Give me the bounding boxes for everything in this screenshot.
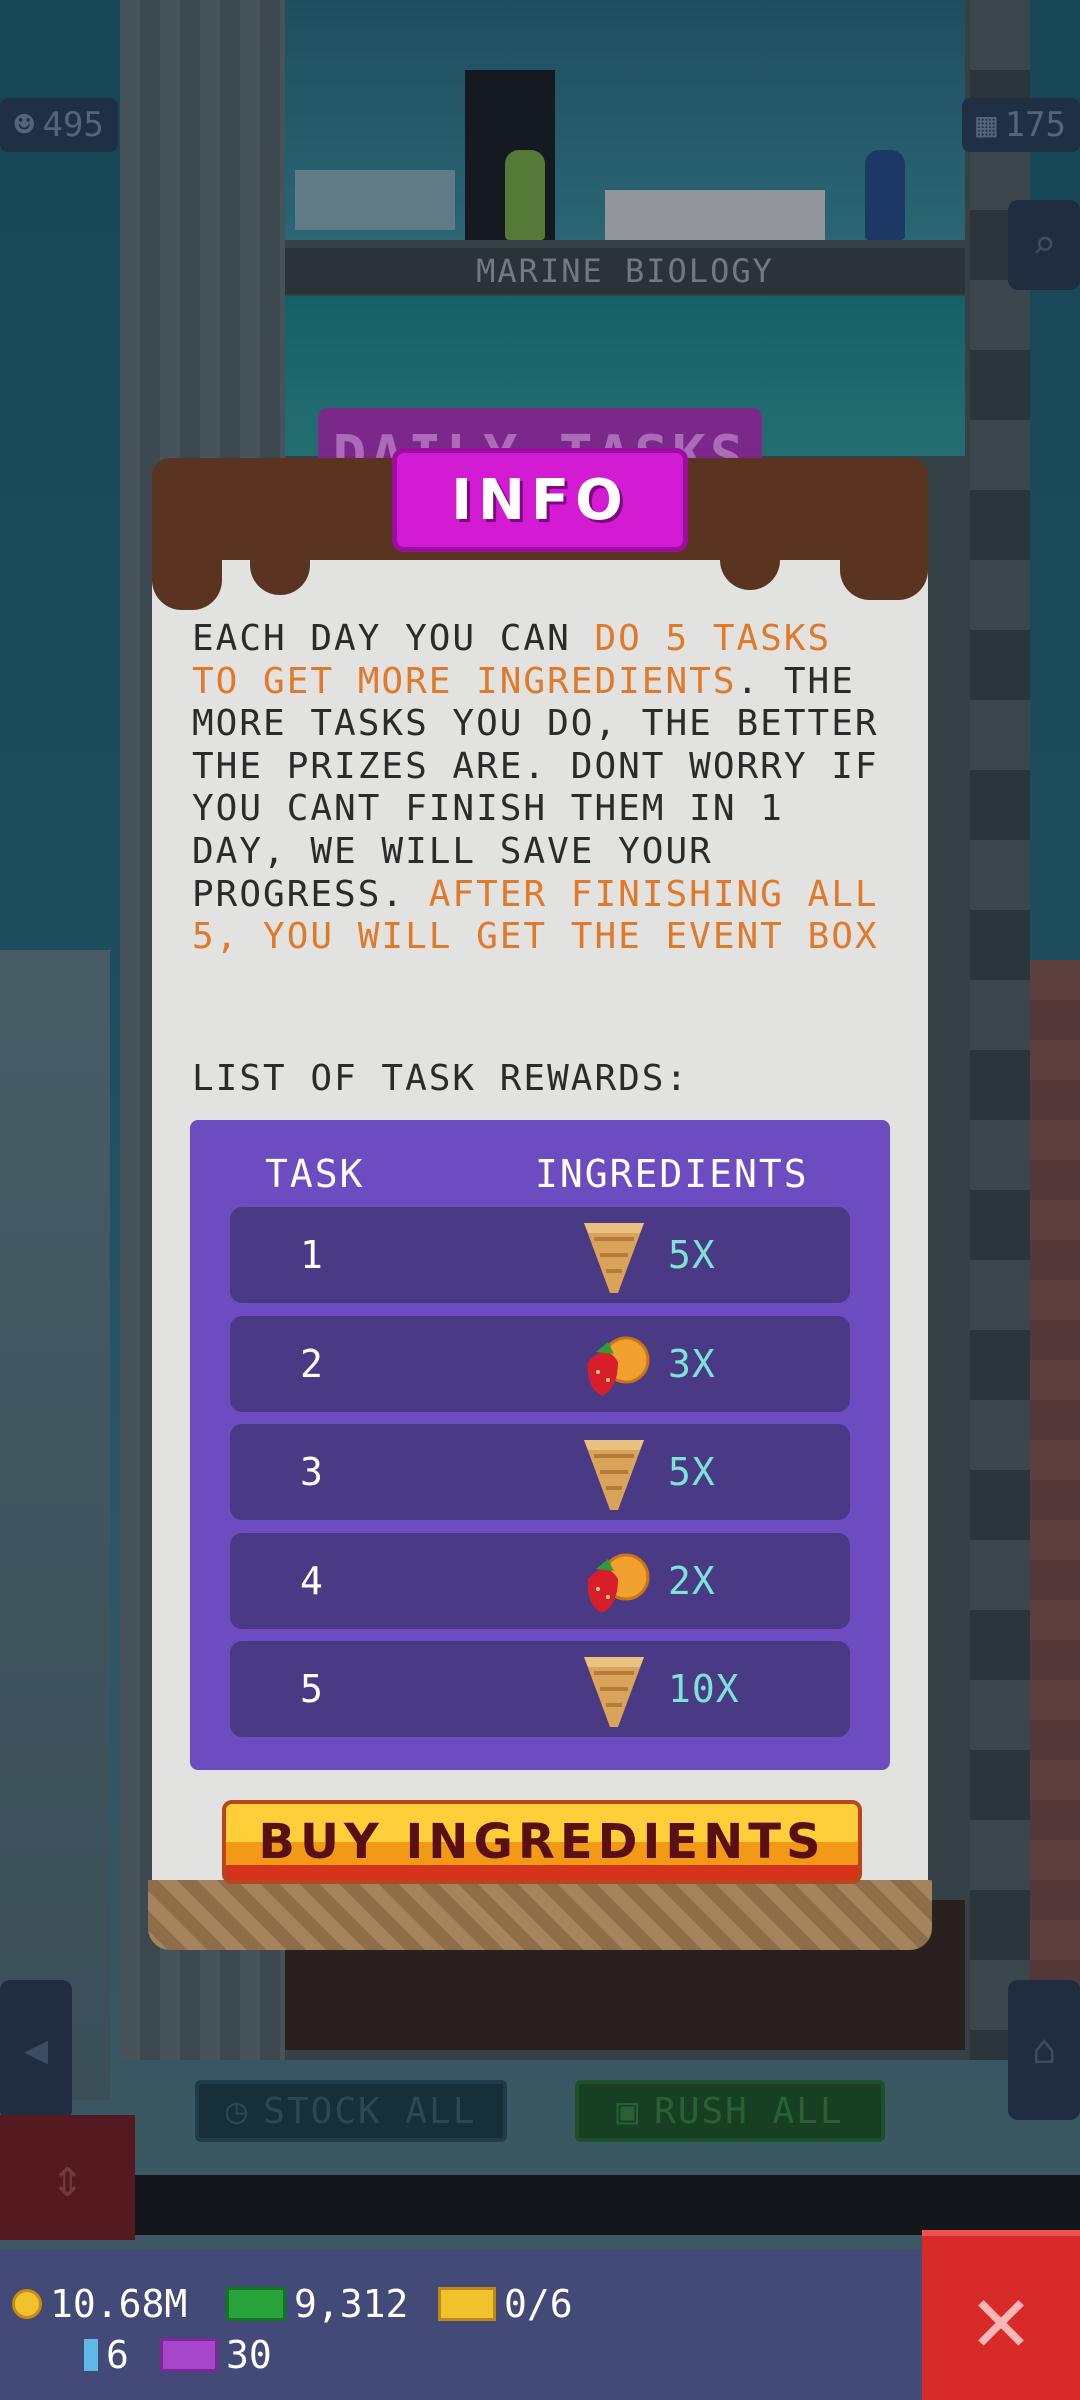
dialog-title: INFO <box>392 448 688 552</box>
buy-ingredients-button[interactable]: BUY INGREDIENTS <box>222 1800 862 1884</box>
vip-ticket-icon <box>160 2338 218 2372</box>
coins-display[interactable]: 10.68M <box>12 2282 187 2326</box>
vip-value: 30 <box>226 2333 272 2377</box>
tickets-value: 0/6 <box>504 2282 573 2326</box>
crystals-display[interactable]: 6 <box>84 2333 129 2377</box>
task-reward-row: 1 5X <box>230 1207 850 1303</box>
cone-icon <box>578 1217 650 1295</box>
task-reward-row: 3 5X <box>230 1424 850 1520</box>
column-header-ingredients: INGREDIENTS <box>535 1152 809 1196</box>
chocolate-drip <box>840 540 928 600</box>
info-text-part: EACH DAY YOU CAN <box>192 618 595 659</box>
golden-ticket-icon <box>438 2287 496 2321</box>
ingredient-quantity: 2X <box>668 1558 716 1603</box>
fruit-icon <box>578 1326 650 1404</box>
tickets-display[interactable]: 0/6 <box>438 2282 573 2326</box>
crystals-value: 6 <box>106 2333 129 2377</box>
coins-value: 10.68M <box>50 2282 188 2326</box>
column-header-task: TASK <box>265 1152 365 1196</box>
vip-display[interactable]: 30 <box>160 2333 272 2377</box>
close-button[interactable]: ✕ <box>922 2230 1080 2400</box>
crystal-icon <box>84 2339 98 2371</box>
task-reward-row: 4 2X <box>230 1532 850 1629</box>
task-reward-row: 2 3X <box>230 1315 850 1412</box>
task-number: 4 <box>300 1558 323 1603</box>
ingredient-quantity: 5X <box>668 1233 716 1277</box>
bux-display[interactable]: 9,312 <box>226 2282 408 2326</box>
waffle-cone-bottom <box>148 1880 932 1950</box>
chocolate-drip <box>152 540 222 610</box>
coin-icon <box>12 2289 42 2319</box>
bux-value: 9,312 <box>294 2282 409 2326</box>
cone-icon <box>578 1651 650 1729</box>
fruit-icon <box>578 1543 650 1621</box>
task-number: 3 <box>300 1450 323 1494</box>
bux-icon <box>226 2287 286 2321</box>
task-number: 5 <box>300 1667 323 1711</box>
ingredient-quantity: 3X <box>668 1341 716 1386</box>
task-number: 1 <box>300 1233 323 1277</box>
task-reward-row: 5 10X <box>230 1641 850 1737</box>
task-number: 2 <box>300 1341 323 1386</box>
ingredient-quantity: 5X <box>668 1450 716 1494</box>
info-description: EACH DAY YOU CAN DO 5 TASKS TO GET MORE … <box>192 618 892 959</box>
close-icon: ✕ <box>972 2262 1030 2374</box>
cone-icon <box>578 1434 650 1512</box>
rewards-heading: LIST OF TASK REWARDS: <box>192 1058 690 1099</box>
ingredient-quantity: 10X <box>668 1667 740 1711</box>
